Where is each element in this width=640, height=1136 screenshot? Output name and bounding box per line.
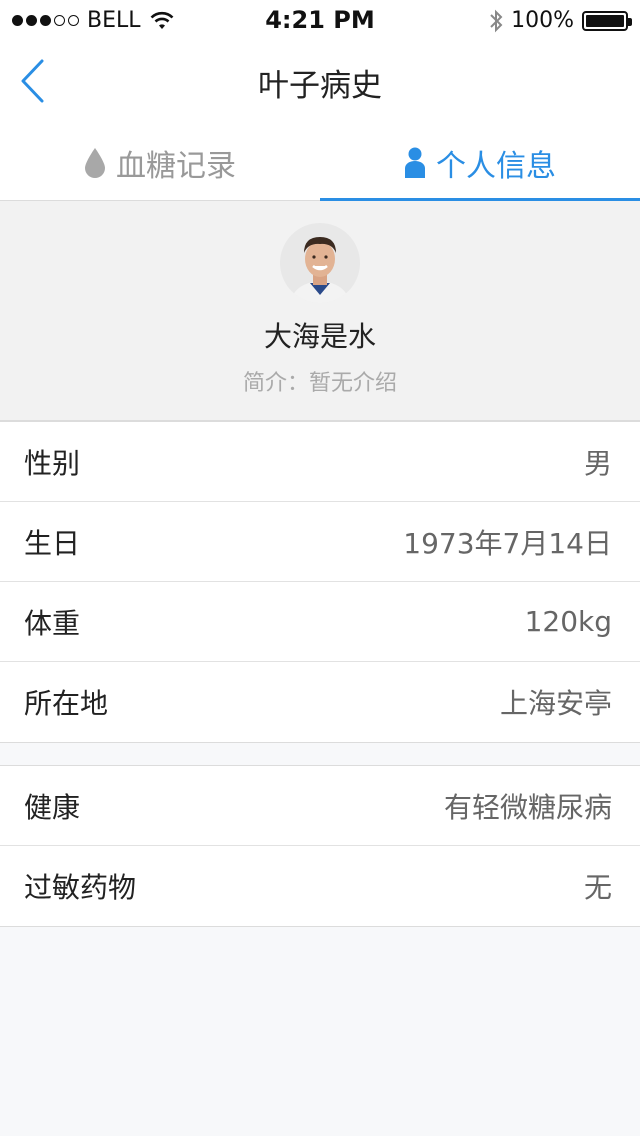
row-birthday[interactable]: 生日 1973年7月14日 (0, 502, 640, 582)
avatar-image (280, 223, 360, 303)
row-label: 过敏药物 (24, 871, 137, 904)
battery-icon (582, 10, 632, 31)
row-weight[interactable]: 体重 120kg (0, 582, 640, 662)
page-title: 叶子病史 (258, 68, 382, 104)
basic-info-list: 性别 男 生日 1973年7月14日 体重 120kg 所在地 上海安亭 (0, 421, 640, 743)
row-value: 有轻微糖尿病 (443, 790, 612, 824)
row-label: 生日 (24, 526, 81, 560)
tab-bar: 血糖记录 个人信息 (0, 126, 640, 201)
tab-blood-sugar-records[interactable]: 血糖记录 (0, 126, 320, 200)
battery-percent: 100% (511, 8, 574, 33)
row-gender[interactable]: 性别 男 (0, 422, 640, 502)
row-value: 上海安亭 (499, 687, 612, 720)
row-value: 男 (583, 446, 612, 480)
blood-drop-icon (84, 147, 106, 179)
status-right: 100% (489, 8, 632, 33)
tab-personal-info[interactable]: 个人信息 (320, 126, 640, 201)
health-info-list: 健康 有轻微糖尿病 过敏药物 无 (0, 765, 640, 927)
row-label: 体重 (24, 606, 81, 640)
row-drug-allergy[interactable]: 过敏药物 无 (0, 846, 640, 926)
row-value: 无 (583, 871, 612, 904)
bluetooth-icon (490, 9, 503, 32)
tab-label: 个人信息 (436, 149, 556, 184)
status-bar: BELL 4:21 PM 100% (0, 0, 640, 40)
person-icon (404, 147, 426, 179)
row-value: 1973年7月14日 (403, 526, 612, 560)
tab-label: 血糖记录 (116, 149, 236, 184)
row-location[interactable]: 所在地 上海安亭 (0, 662, 640, 742)
profile-header: 大海是水 简介：暂无介绍 (0, 201, 640, 421)
profile-name: 大海是水 (263, 320, 376, 353)
nav-bar: 叶子病史 (0, 40, 640, 126)
row-label: 性别 (24, 446, 81, 480)
row-label: 所在地 (24, 687, 109, 720)
avatar[interactable] (280, 223, 360, 303)
row-value: 120kg (524, 605, 612, 638)
profile-intro: 简介：暂无介绍 (242, 371, 397, 396)
row-health[interactable]: 健康 有轻微糖尿病 (0, 766, 640, 846)
row-label: 健康 (24, 790, 81, 824)
